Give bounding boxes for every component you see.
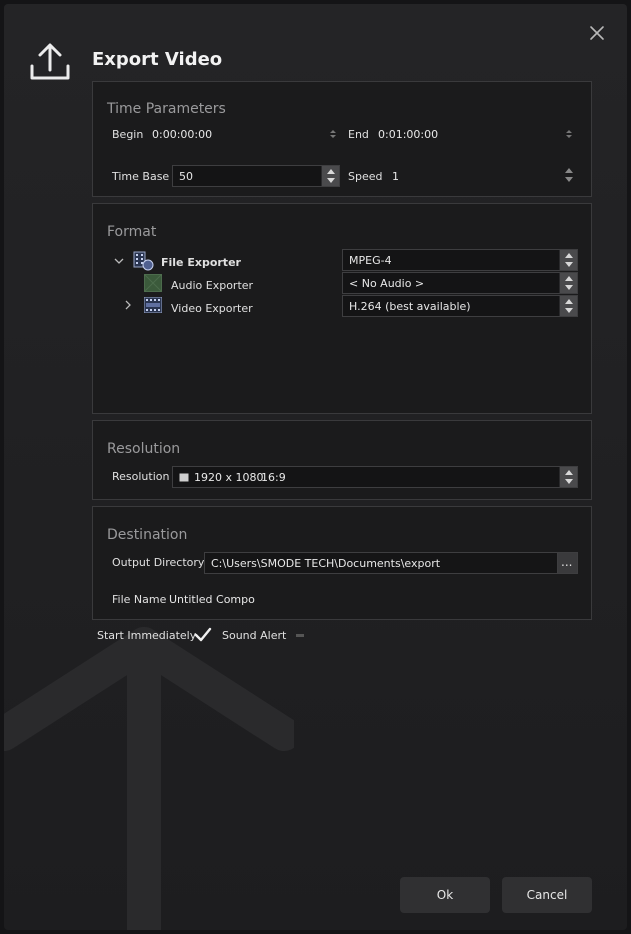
file-exporter-value: MPEG-4 (349, 254, 392, 267)
audio-exporter-select[interactable]: < No Audio > (342, 272, 578, 294)
browse-button[interactable]: ... (557, 552, 578, 574)
file-name-value[interactable]: Untitled Compo (169, 593, 255, 606)
close-icon[interactable] (588, 24, 606, 42)
cancel-button[interactable]: Cancel (502, 877, 592, 913)
output-directory-field[interactable]: C:\Users\SMODE TECH\Documents\export (204, 552, 558, 574)
upload-watermark-icon (4, 627, 294, 930)
begin-value[interactable]: 0:00:00:00 (152, 128, 212, 141)
format-title: Format (107, 224, 157, 240)
start-immediately-label: Start Immediately (97, 629, 197, 642)
audio-exporter-dropdown-button[interactable] (559, 273, 577, 293)
time-parameters-panel: Time Parameters Begin 0:00:00:00 End 0:0… (92, 81, 592, 197)
end-value[interactable]: 0:01:00:00 (378, 128, 438, 141)
time-base-value: 50 (179, 170, 193, 183)
time-parameters-title: Time Parameters (107, 101, 226, 117)
resolution-dropdown-button[interactable] (559, 467, 577, 487)
time-base-spinner[interactable] (321, 166, 339, 186)
resolution-panel: Resolution Resolution 1920 x 1080 16:9 (92, 420, 592, 500)
output-directory-label: Output Directory (112, 556, 205, 569)
file-exporter-label: File Exporter (161, 256, 241, 269)
resolution-title: Resolution (107, 441, 181, 457)
file-exporter-select[interactable]: MPEG-4 (342, 249, 578, 271)
resolution-frame-icon (179, 473, 189, 482)
upload-icon (30, 43, 70, 80)
video-exporter-select[interactable]: H.264 (best available) (342, 295, 578, 317)
video-exporter-dropdown-button[interactable] (559, 296, 577, 316)
time-base-field[interactable]: 50 (172, 165, 340, 187)
start-immediately-checkbox[interactable] (194, 627, 212, 643)
video-exporter-label: Video Exporter (171, 302, 253, 315)
sound-alert-checkbox[interactable] (296, 634, 304, 637)
spinner-arrows-icon (327, 169, 335, 183)
audio-exporter-label: Audio Exporter (171, 279, 254, 292)
resolution-select[interactable]: 1920 x 1080 16:9 (172, 466, 578, 488)
file-exporter-icon (133, 251, 154, 271)
spinner-arrows-icon (565, 253, 573, 267)
end-spinner-icon[interactable] (566, 129, 572, 139)
file-exporter-dropdown-button[interactable] (559, 250, 577, 270)
audio-exporter-value: < No Audio > (349, 277, 425, 290)
file-name-label: File Name (112, 593, 167, 606)
begin-label: Begin (112, 128, 144, 141)
dialog-title: Export Video (92, 49, 223, 70)
resolution-ratio: 16:9 (261, 471, 286, 484)
time-base-label: Time Base (112, 170, 170, 183)
speed-spinner-icon[interactable] (564, 167, 574, 183)
ok-button[interactable]: Ok (400, 877, 490, 913)
resolution-size: 1920 x 1080 (194, 471, 264, 484)
destination-title: Destination (107, 527, 188, 543)
resolution-label: Resolution (112, 470, 170, 483)
chevron-right-icon[interactable] (124, 300, 132, 310)
speed-label: Speed (348, 170, 383, 183)
destination-panel: Destination Output Directory C:\Users\SM… (92, 506, 592, 620)
begin-spinner-icon[interactable] (330, 129, 336, 139)
chevron-down-icon[interactable] (114, 257, 124, 265)
format-panel: Format File Exporter MPEG-4 Audio Export… (92, 203, 592, 414)
speed-value[interactable]: 1 (392, 170, 399, 183)
end-label: End (348, 128, 369, 141)
spinner-arrows-icon (565, 276, 573, 290)
export-video-dialog: Export Video Time Parameters Begin 0:00:… (4, 4, 627, 930)
audio-exporter-icon (144, 274, 162, 292)
browse-button-label: ... (561, 555, 573, 569)
sound-alert-label: Sound Alert (222, 629, 287, 642)
spinner-arrows-icon (565, 299, 573, 313)
spinner-arrows-icon (565, 470, 573, 484)
video-exporter-value: H.264 (best available) (349, 300, 471, 313)
video-exporter-icon (144, 297, 162, 313)
output-directory-value: C:\Users\SMODE TECH\Documents\export (211, 557, 441, 570)
